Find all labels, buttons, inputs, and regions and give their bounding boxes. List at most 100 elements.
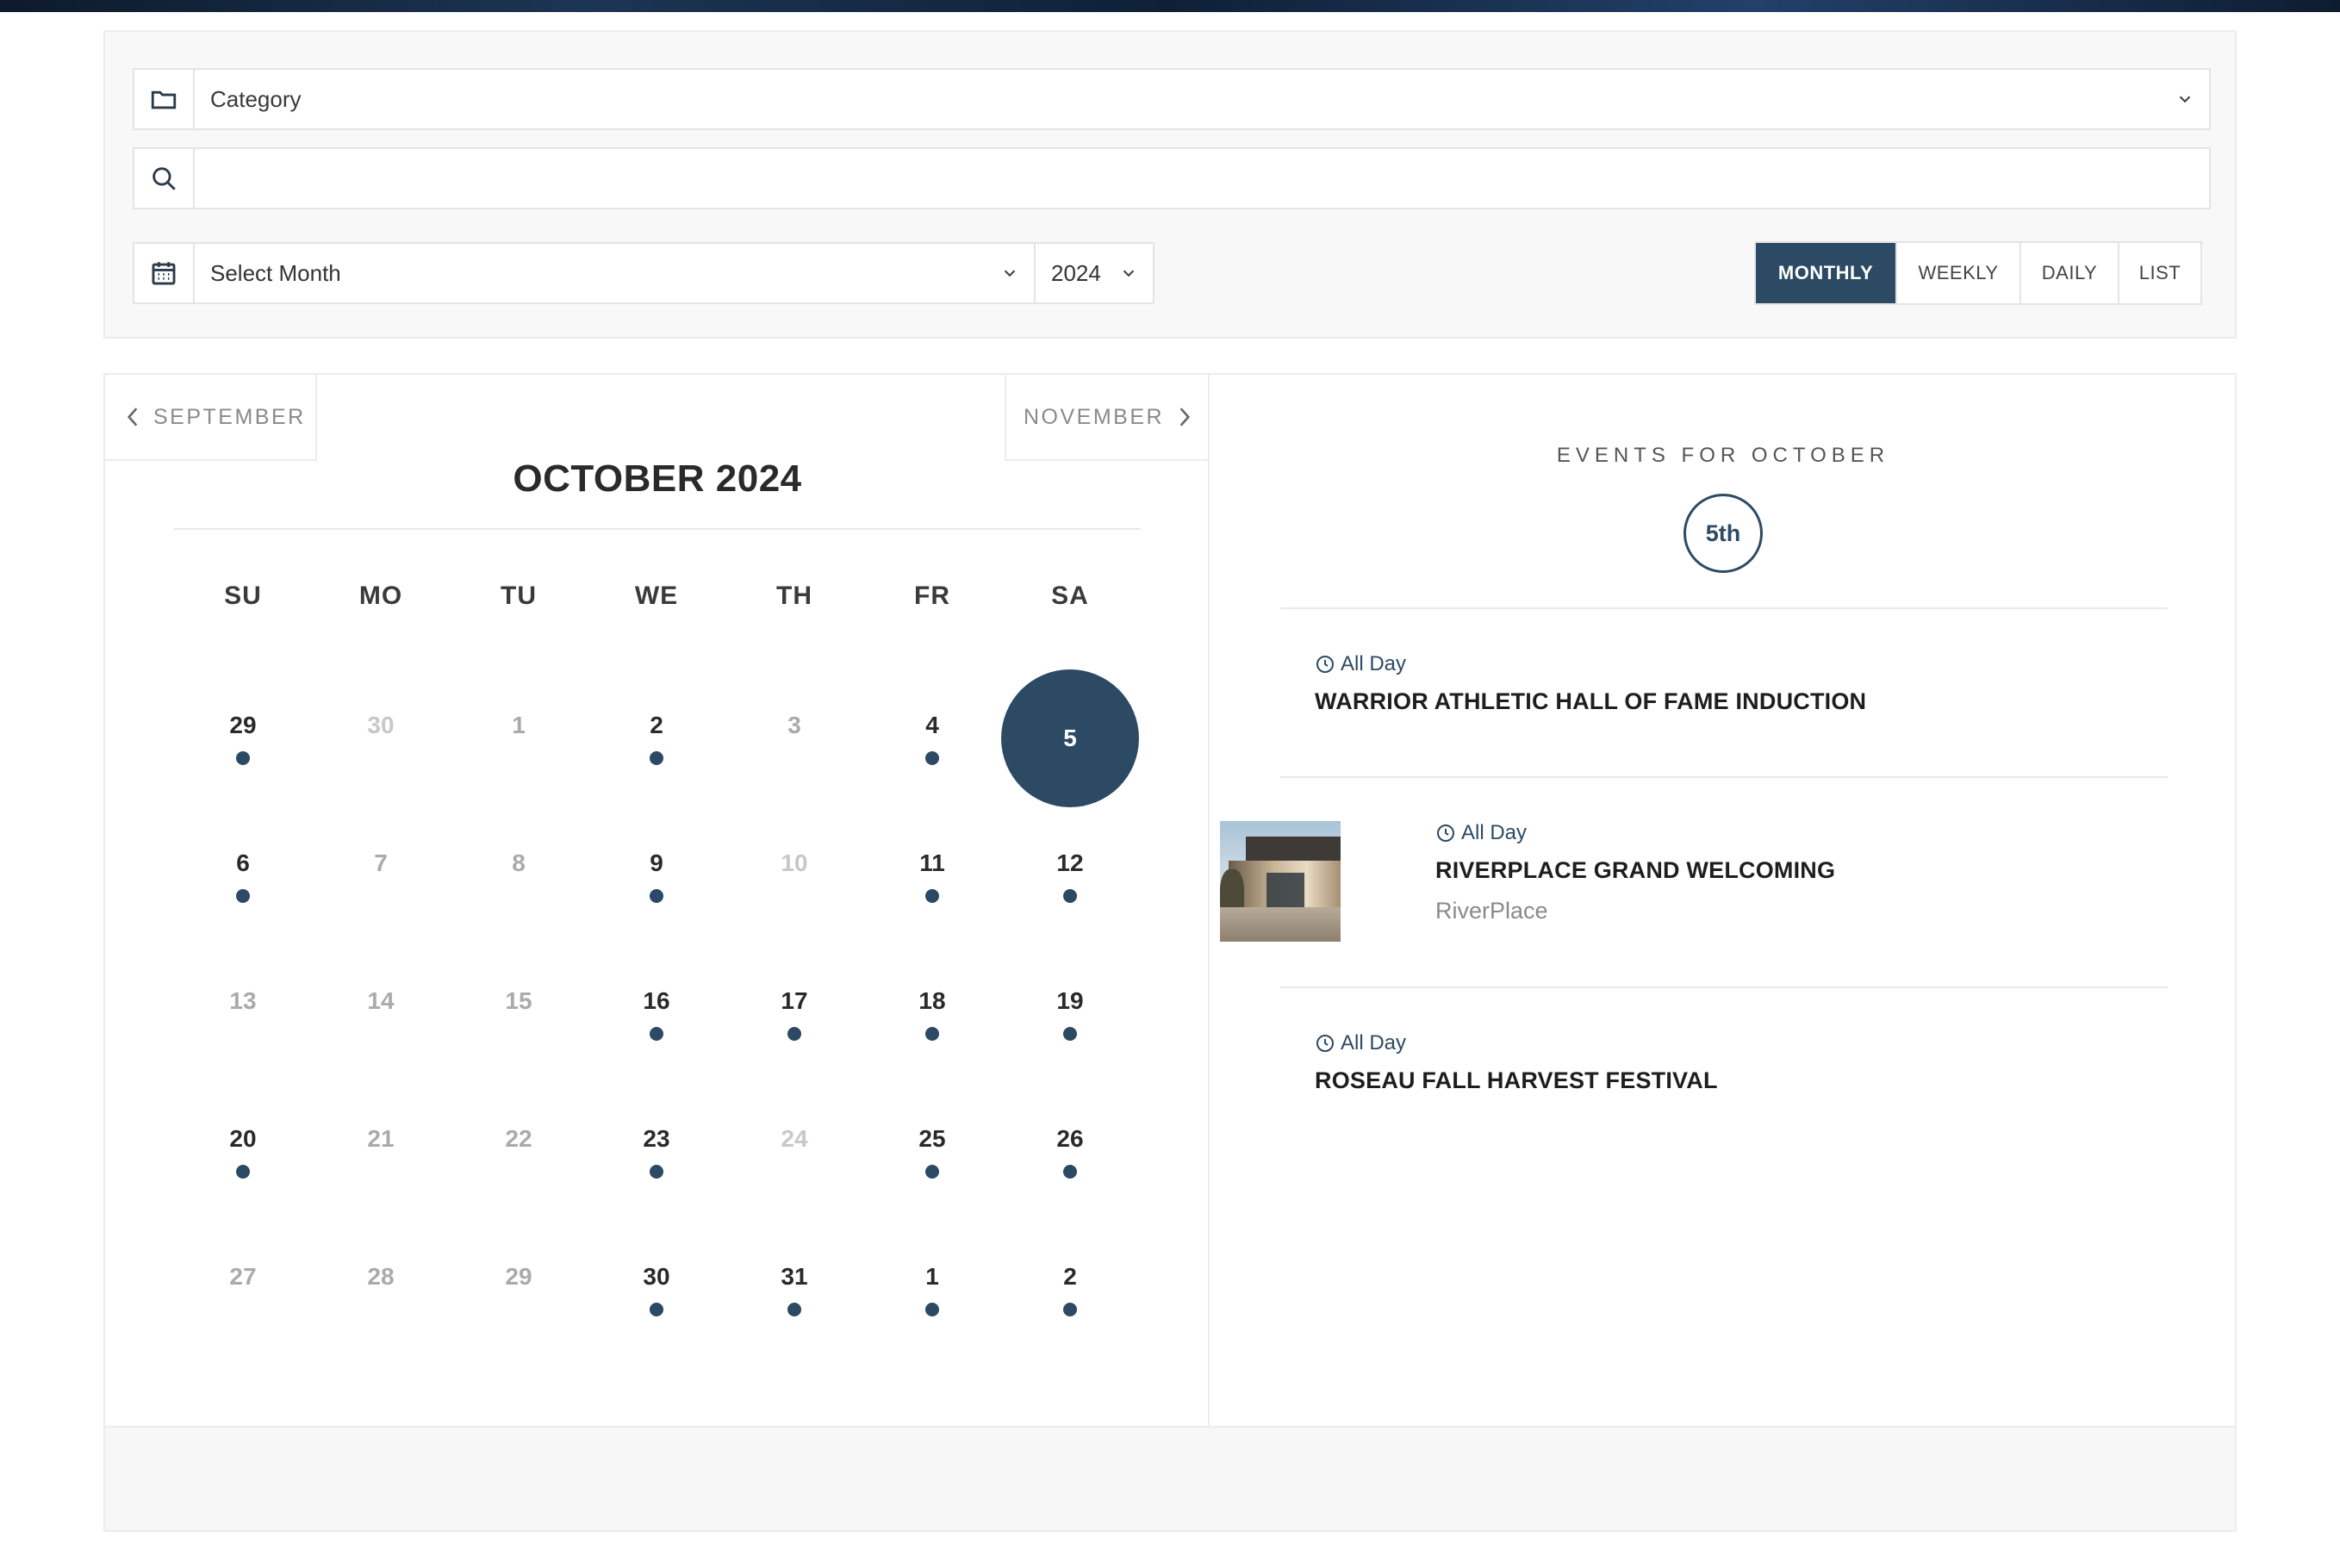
day-cell[interactable]: 24 [725, 1083, 863, 1221]
search-field [133, 147, 2211, 209]
empty-slot [787, 889, 801, 903]
event-dot [925, 1303, 939, 1316]
day-number: 2 [650, 712, 663, 738]
day-cell[interactable]: 22 [450, 1083, 588, 1221]
event-dot [925, 889, 939, 903]
calendar-footer [105, 1426, 2235, 1530]
event-time: All Day [1435, 821, 2176, 845]
day-cell[interactable]: 1 [863, 1221, 1001, 1359]
event-image[interactable] [1220, 821, 1341, 942]
clock-icon [1437, 824, 1454, 842]
event-dot [925, 1165, 939, 1179]
day-cell[interactable]: 23 [588, 1083, 725, 1221]
day-cell[interactable]: 10 [725, 807, 863, 945]
day-cell[interactable]: 25 [863, 1083, 1001, 1221]
day-number: 11 [919, 849, 945, 876]
event-time: All Day [1315, 652, 2176, 676]
day-cell[interactable]: 4 [863, 669, 1001, 807]
day-cell-selected[interactable]: 5 [1001, 669, 1139, 807]
day-cell[interactable]: 2 [588, 669, 725, 807]
year-select[interactable]: 2024 [1036, 244, 1153, 302]
day-cell[interactable]: 14 [312, 945, 450, 1083]
event-location: RiverPlace [1435, 898, 1548, 924]
tab-daily[interactable]: DAILY [2021, 243, 2119, 303]
event-time-label: All Day [1341, 1031, 1407, 1055]
calendar-container: SEPTEMBER NOVEMBER OCTOBER 2024 SU MO TU WE… [103, 373, 2237, 1532]
day-cell[interactable]: 16 [588, 945, 725, 1083]
selected-day-badge: 5th [1683, 494, 1763, 573]
day-cell[interactable]: 26 [1001, 1083, 1139, 1221]
day-number: 20 [229, 1125, 257, 1152]
month-select[interactable]: Select Month [195, 244, 1036, 302]
event-dot [236, 1165, 250, 1179]
category-label: Category [210, 85, 302, 112]
day-cell[interactable]: 3 [725, 669, 863, 807]
day-cell[interactable]: 2 [1001, 1221, 1139, 1359]
event-item[interactable]: All Day ROSEAU FALL HARVEST FESTIVAL [1315, 1031, 2176, 1094]
day-number: 17 [781, 987, 808, 1014]
day-cell[interactable]: 30 [588, 1221, 725, 1359]
clock-icon [1316, 1035, 1334, 1052]
event-dot [1063, 1303, 1077, 1316]
day-number: 23 [643, 1125, 670, 1152]
view-tabs: MONTHLY WEEKLY DAILY LIST [1754, 241, 2202, 305]
category-select[interactable]: Category [133, 68, 2211, 130]
day-cell[interactable]: 6 [174, 807, 312, 945]
empty-slot [512, 889, 526, 903]
calendar-icon [134, 244, 195, 302]
day-cell[interactable]: 28 [312, 1221, 450, 1359]
day-cell[interactable]: 19 [1001, 945, 1139, 1083]
empty-slot [236, 1027, 250, 1041]
event-time-label: All Day [1461, 821, 1528, 844]
day-cell[interactable]: 7 [312, 807, 450, 945]
tab-list[interactable]: LIST [2119, 243, 2200, 303]
day-number: 21 [367, 1125, 395, 1152]
event-title[interactable]: RIVERPLACE GRAND WELCOMING [1435, 857, 2176, 884]
day-cell[interactable]: 21 [312, 1083, 450, 1221]
day-cell[interactable]: 29 [450, 1221, 588, 1359]
day-cell[interactable]: 18 [863, 945, 1001, 1083]
tab-weekly[interactable]: WEEKLY [1897, 243, 2021, 303]
empty-slot [236, 1303, 250, 1316]
tab-monthly[interactable]: MONTHLY [1756, 243, 1897, 303]
day-number: 8 [512, 849, 526, 876]
day-cell[interactable]: 11 [863, 807, 1001, 945]
day-cell[interactable]: 13 [174, 945, 312, 1083]
day-cell[interactable]: 17 [725, 945, 863, 1083]
divider [1280, 607, 2168, 609]
event-item[interactable]: All Day RIVERPLACE GRAND WELCOMING River… [1435, 821, 2176, 924]
day-number: 6 [236, 849, 250, 876]
event-dot [650, 1303, 663, 1316]
chevron-down-icon [986, 244, 1034, 302]
event-item[interactable]: All Day WARRIOR ATHLETIC HALL OF FAME IN… [1315, 652, 2176, 715]
day-number: 27 [229, 1263, 257, 1290]
month-year-selector: Select Month 2024 [133, 242, 1154, 304]
day-cell[interactable]: 9 [588, 807, 725, 945]
day-number: 29 [505, 1263, 532, 1290]
day-number: 5 [1063, 725, 1077, 751]
day-cell[interactable]: 27 [174, 1221, 312, 1359]
day-number: 29 [229, 712, 257, 738]
day-number: 16 [643, 987, 670, 1014]
event-dot [787, 1303, 801, 1316]
event-time: All Day [1315, 1031, 2176, 1055]
day-grid: 29 30 1 2 3 4 5 6 7 8 9 10 11 12 13 14 15 16 17 18 19 20 21 22 2… [105, 375, 1210, 1426]
day-number: 28 [367, 1263, 395, 1290]
chevron-down-icon[interactable] [2161, 70, 2209, 128]
day-cell[interactable]: 30 [312, 669, 450, 807]
day-number: 30 [643, 1263, 670, 1290]
day-cell[interactable]: 31 [725, 1221, 863, 1359]
day-cell[interactable]: 8 [450, 807, 588, 945]
filter-panel: Category Select Month 2024 MONTHLY WEEKL… [103, 30, 2237, 339]
day-cell[interactable]: 1 [450, 669, 588, 807]
event-dot [650, 1027, 663, 1041]
day-cell[interactable]: 20 [174, 1083, 312, 1221]
day-cell[interactable]: 12 [1001, 807, 1139, 945]
day-number: 12 [1056, 849, 1084, 876]
event-time-label: All Day [1341, 652, 1407, 675]
day-cell[interactable]: 29 [174, 669, 312, 807]
day-cell[interactable]: 15 [450, 945, 588, 1083]
event-title[interactable]: WARRIOR ATHLETIC HALL OF FAME INDUCTION [1315, 688, 2176, 715]
search-input[interactable] [210, 149, 2209, 208]
event-title[interactable]: ROSEAU FALL HARVEST FESTIVAL [1315, 1067, 2176, 1094]
